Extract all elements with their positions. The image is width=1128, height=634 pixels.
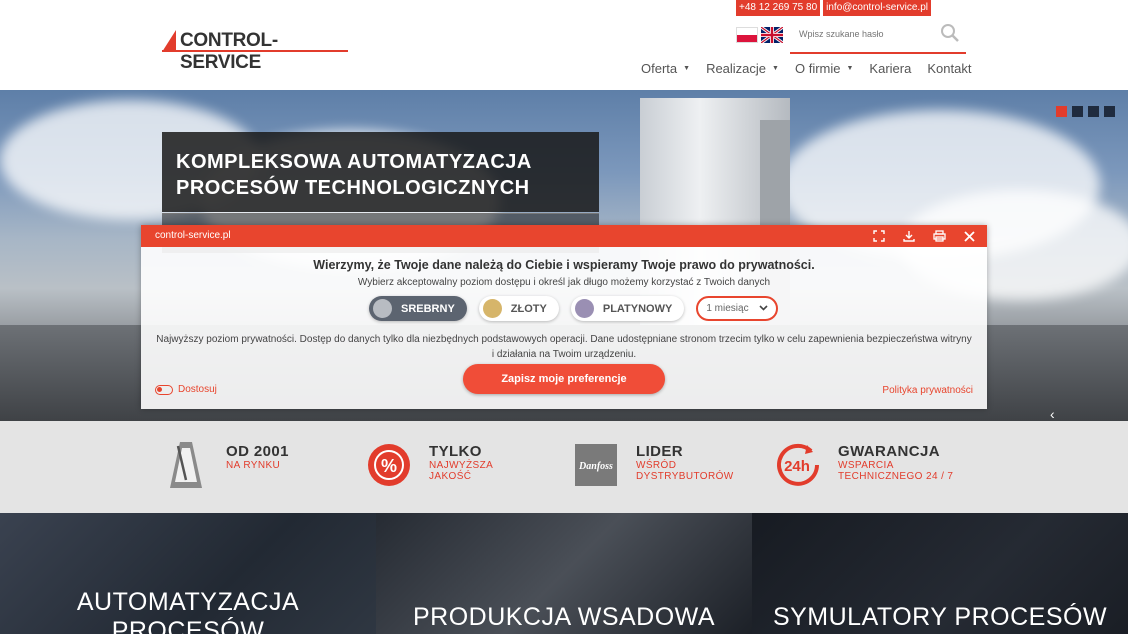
nav-item-kontakt[interactable]: Kontakt	[927, 61, 971, 76]
slider-dots	[1056, 106, 1115, 117]
print-icon[interactable]	[931, 228, 947, 244]
gold-circle-icon	[482, 299, 502, 318]
chevron-left-icon[interactable]: ‹	[1050, 406, 1055, 421]
privacy-modal: control-service.pl Wierzymy, że Twoje da…	[141, 225, 987, 409]
contact-bar: +48 12 269 75 80 info@control-service.pl	[736, 0, 934, 16]
svg-text:%: %	[381, 456, 397, 476]
fullscreen-icon[interactable]	[871, 228, 887, 244]
nav-item-realizacje[interactable]: Realizacje ▼	[706, 61, 779, 76]
slider-dot[interactable]	[1056, 106, 1067, 117]
close-icon[interactable]	[961, 228, 977, 244]
phone-link[interactable]: +48 12 269 75 80	[736, 0, 821, 16]
plan-srebrny[interactable]: SREBRNY	[369, 296, 467, 321]
duration-select[interactable]: 1 miesiąc	[696, 296, 779, 321]
hero-title-line2: PROCESÓW TECHNOLOGICZNYCH	[176, 177, 530, 199]
24h-icon: 24h	[772, 439, 824, 491]
hero-title-box: KOMPLEKSOWA AUTOMATYZACJA PROCESÓW TECHN…	[162, 132, 599, 212]
email-link[interactable]: info@control-service.pl	[823, 0, 931, 16]
feature-leader: Danfoss LIDER WŚRÓD DYSTRYBUTORÓW	[570, 439, 734, 491]
search-icon[interactable]	[940, 23, 960, 48]
modal-site: control-service.pl	[155, 230, 231, 241]
toggle-icon	[155, 384, 173, 395]
tile-symulatory[interactable]: SYMULATORY PROCESÓW	[752, 513, 1128, 634]
chevron-down-icon: ▼	[683, 65, 691, 72]
tile-automatyzacja[interactable]: AUTOMATYZACJA PROCESÓW	[0, 513, 376, 634]
silver-circle-icon	[373, 299, 392, 318]
uk-flag-icon[interactable]	[761, 27, 783, 43]
privacy-policy-link[interactable]: Polityka prywatności	[882, 385, 973, 396]
features-strip: OD 2001 NA RYNKU % TYLKO NAJWYŻSZA JAKOŚ…	[0, 421, 1128, 513]
metronome-icon	[160, 439, 212, 491]
service-tiles: AUTOMATYZACJA PROCESÓW PRODUKCJA WSADOWA…	[0, 513, 1128, 634]
search-box	[790, 20, 966, 54]
nav-item-kariera[interactable]: Kariera	[869, 61, 911, 76]
svg-text:24h: 24h	[784, 458, 810, 475]
nav-item-o-firmie[interactable]: O firmie ▼	[795, 61, 853, 76]
feature-since-2001: OD 2001 NA RYNKU	[160, 439, 289, 491]
chevron-down-icon	[759, 303, 768, 314]
plan-platynowy[interactable]: PLATYNOWY	[570, 296, 685, 321]
main-nav: Oferta ▼ Realizacje ▼ O firmie ▼ Kariera Ko…	[641, 61, 987, 76]
slider-dot[interactable]	[1088, 106, 1099, 117]
site-header: CONTROL-SERVICE +48 12 269 75 80 info@co…	[0, 0, 1128, 90]
chevron-down-icon: ▼	[846, 65, 854, 72]
language-switcher	[736, 27, 783, 43]
hero-title-line1: KOMPLEKSOWA AUTOMATYZACJA	[176, 151, 532, 173]
danfoss-logo-icon: Danfoss	[570, 439, 622, 491]
logo-triangle	[162, 30, 176, 52]
chevron-down-icon: ▼	[772, 65, 779, 72]
nav-item-oferta[interactable]: Oferta ▼	[641, 61, 690, 76]
adjust-toggle[interactable]: Dostosuj	[155, 384, 217, 395]
modal-titlebar: control-service.pl	[141, 225, 987, 247]
modal-tools	[871, 228, 977, 244]
slider-dot[interactable]	[1104, 106, 1115, 117]
percent-badge-icon: %	[363, 439, 415, 491]
privacy-description: Najwyższy poziom prywatności. Dostęp do …	[156, 334, 972, 360]
feature-support: 24h GWARANCJA WSPARCIA TECHNICZNEGO 24 /…	[772, 439, 953, 491]
save-preferences-button[interactable]: Zapisz moje preferencje	[463, 364, 665, 394]
slider-dot[interactable]	[1072, 106, 1083, 117]
privacy-title: Wierzymy, że Twoje dane należą do Ciebie…	[313, 258, 815, 272]
platinum-circle-icon	[574, 299, 594, 318]
privacy-subtitle: Wybierz akceptowalny poziom dostępu i ok…	[357, 277, 771, 288]
tile-produkcja-wsadowa[interactable]: PRODUKCJA WSADOWA	[376, 513, 752, 634]
feature-quality: % TYLKO NAJWYŻSZA JAKOŚĆ	[363, 439, 493, 491]
search-input[interactable]	[799, 29, 929, 39]
privacy-plans: SREBRNY ZŁOTY PLATYNOWY 1 miesiąc	[369, 296, 779, 321]
logo[interactable]: CONTROL-SERVICE	[162, 30, 352, 73]
logo-text: CONTROL-SERVICE	[180, 30, 278, 73]
svg-text:Danfoss: Danfoss	[578, 461, 613, 472]
logo-underline	[162, 50, 348, 52]
plan-zloty[interactable]: ZŁOTY	[478, 296, 559, 321]
pl-flag-icon[interactable]	[736, 27, 758, 43]
download-icon[interactable]	[901, 228, 917, 244]
